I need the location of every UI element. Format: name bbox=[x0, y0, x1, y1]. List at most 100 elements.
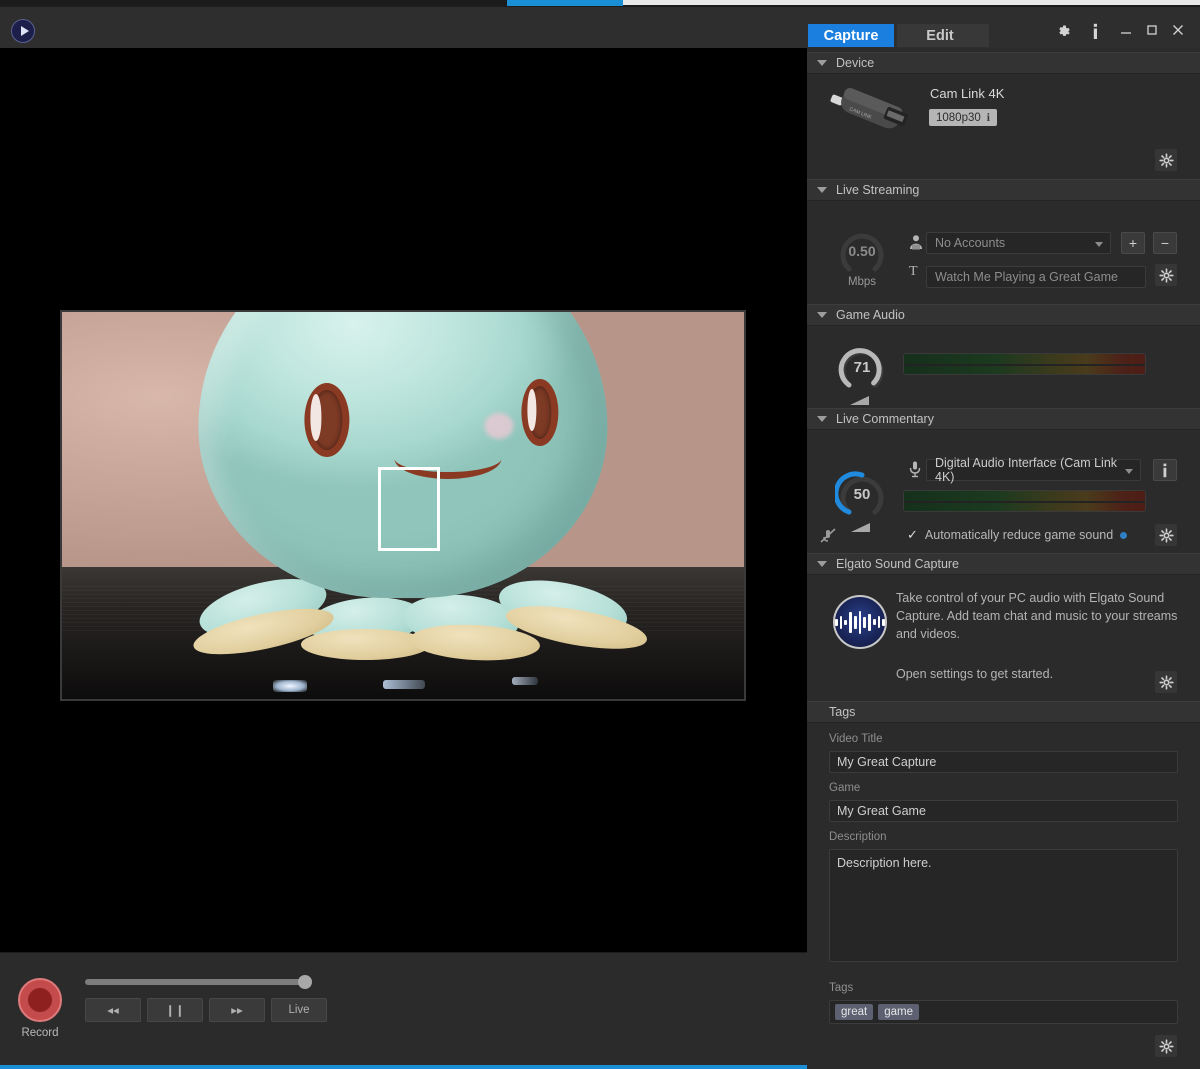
plush-blush bbox=[484, 412, 514, 439]
section-body-game-audio: 71 bbox=[807, 326, 1200, 408]
video-title-input[interactable]: My Great Capture bbox=[829, 751, 1178, 773]
game-value: My Great Game bbox=[837, 804, 926, 818]
game-audio-dial[interactable]: 71 bbox=[835, 340, 889, 394]
minimize-icon[interactable] bbox=[1119, 23, 1133, 37]
fast-forward-button[interactable]: ▸▸ bbox=[209, 998, 265, 1022]
maximize-icon[interactable] bbox=[1145, 23, 1159, 37]
tab-bar-filler bbox=[983, 24, 989, 47]
section-header-live-streaming[interactable]: Live Streaming bbox=[807, 179, 1200, 201]
info-icon[interactable]: i bbox=[987, 112, 990, 124]
section-header-game-audio[interactable]: Game Audio bbox=[807, 304, 1200, 326]
section-title-device: Device bbox=[836, 56, 875, 70]
focus-rectangle-overlay[interactable] bbox=[378, 467, 440, 551]
section-title-tags: Tags bbox=[829, 705, 856, 719]
tag-chip[interactable]: great bbox=[835, 1004, 874, 1020]
preview-light-b bbox=[382, 680, 425, 690]
chevron-down-icon bbox=[1095, 242, 1103, 247]
chevron-down-icon bbox=[817, 561, 827, 567]
section-header-elgato-sound-capture[interactable]: Elgato Sound Capture bbox=[807, 553, 1200, 575]
video-preview-area[interactable] bbox=[0, 48, 807, 952]
auto-reduce-label: Automatically reduce game sound bbox=[924, 528, 1114, 542]
section-title-game-audio: Game Audio bbox=[836, 308, 905, 322]
game-input[interactable]: My Great Game bbox=[829, 800, 1178, 822]
section-body-device: CAM LINK Cam Link 4K 1080p30 i bbox=[807, 74, 1200, 179]
chevron-down-icon bbox=[817, 416, 827, 422]
commentary-device-value: Digital Audio Interface (Cam Link 4K) bbox=[935, 456, 1118, 484]
top-progress-strip bbox=[0, 0, 1200, 7]
video-preview[interactable] bbox=[60, 310, 746, 701]
device-format-badge[interactable]: 1080p30 i bbox=[929, 109, 997, 126]
auto-reduce-checkbox[interactable]: ✓ Automatically reduce game sound bbox=[907, 527, 1128, 543]
commentary-volume-dial[interactable]: 50 bbox=[835, 467, 889, 521]
bitrate-dial: 0.50 bbox=[835, 224, 889, 278]
seek-slider[interactable] bbox=[85, 975, 312, 989]
tag-chip[interactable]: game bbox=[878, 1004, 919, 1020]
device-settings-button[interactable] bbox=[1155, 149, 1177, 171]
commentary-device-select[interactable]: Digital Audio Interface (Cam Link 4K) bbox=[926, 456, 1141, 484]
user-icon bbox=[908, 234, 924, 250]
commentary-settings-button[interactable] bbox=[1155, 524, 1177, 546]
remove-account-button[interactable]: − bbox=[1153, 232, 1177, 254]
tab-edit[interactable]: Edit bbox=[897, 24, 983, 47]
stream-title-input[interactable]: Watch Me Playing a Great Game bbox=[926, 266, 1146, 288]
chevron-down-icon bbox=[817, 187, 827, 193]
settings-panel: Capture Edit Device CAM LINK Cam Link 4K… bbox=[807, 7, 1200, 1069]
add-account-button[interactable]: + bbox=[1121, 232, 1145, 254]
tags-settings-button[interactable] bbox=[1155, 1035, 1177, 1057]
commentary-audio-meter bbox=[903, 490, 1146, 512]
record-button[interactable] bbox=[18, 978, 62, 1022]
sound-wave-icon bbox=[833, 595, 887, 649]
tags-field-label: Tags bbox=[829, 982, 854, 994]
preview-light-c bbox=[512, 676, 539, 685]
microphone-icon bbox=[907, 460, 923, 478]
text-icon: T bbox=[909, 264, 918, 279]
right-titlebar: Capture Edit bbox=[807, 7, 1200, 48]
streaming-account-select[interactable]: No Accounts bbox=[926, 232, 1111, 254]
video-title-label: Video Title bbox=[829, 733, 883, 745]
mic-muted-icon[interactable] bbox=[819, 526, 839, 546]
streaming-account-value: No Accounts bbox=[935, 236, 1006, 250]
section-title-elgato-sound-capture: Elgato Sound Capture bbox=[836, 557, 960, 571]
plush-eye-left bbox=[304, 382, 350, 458]
info-icon[interactable] bbox=[1088, 23, 1103, 40]
video-title-value: My Great Capture bbox=[837, 755, 937, 769]
game-label: Game bbox=[829, 782, 861, 794]
game-audio-meter bbox=[903, 353, 1146, 375]
description-label: Description bbox=[829, 831, 887, 843]
strip-segment-blue bbox=[507, 0, 623, 6]
preview-pane: Record ◂◂ ❙❙ ▸▸ Live -- -- : -- -- : -- … bbox=[0, 7, 807, 1069]
elgato-sound-capture-description: Take control of your PC audio with Elgat… bbox=[896, 591, 1178, 641]
record-label: Record bbox=[21, 1027, 59, 1039]
section-title-live-streaming: Live Streaming bbox=[836, 183, 920, 197]
commentary-volume-value: 50 bbox=[853, 485, 871, 503]
device-name: Cam Link 4K bbox=[930, 86, 1005, 101]
tags-chip-input[interactable]: great game bbox=[829, 1000, 1178, 1024]
device-format-value: 1080p30 bbox=[936, 111, 981, 124]
pause-button[interactable]: ❙❙ bbox=[147, 998, 203, 1022]
rewind-button[interactable]: ◂◂ bbox=[85, 998, 141, 1022]
live-button[interactable]: Live bbox=[271, 998, 327, 1022]
section-header-tags[interactable]: Tags bbox=[807, 701, 1200, 723]
seek-slider-handle[interactable] bbox=[298, 975, 312, 989]
section-body-live-commentary: 50 Digital Audio Interface (Cam Link 4K)… bbox=[807, 430, 1200, 553]
tab-capture[interactable]: Capture bbox=[808, 24, 894, 47]
section-body-tags: Video Title My Great Capture Game My Gre… bbox=[807, 723, 1200, 1069]
section-header-device[interactable]: Device bbox=[807, 52, 1200, 74]
commentary-level-indicator bbox=[850, 522, 872, 533]
plush-eye-right bbox=[521, 379, 559, 447]
commentary-info-button[interactable] bbox=[1153, 459, 1177, 481]
volume-level-indicator bbox=[849, 395, 871, 406]
description-textarea[interactable]: Description here. bbox=[829, 849, 1178, 962]
transport-bar: Record ◂◂ ❙❙ ▸▸ Live -- -- : -- -- : -- … bbox=[0, 952, 807, 1069]
strip-segment-light bbox=[623, 0, 1200, 5]
description-value: Description here. bbox=[837, 856, 932, 870]
app-logo-icon bbox=[11, 19, 35, 43]
elgato-sound-capture-settings-button[interactable] bbox=[1155, 671, 1177, 693]
bitrate-value: 0.50 bbox=[848, 243, 876, 259]
bitrate-unit: Mbps bbox=[847, 276, 877, 288]
elgato-sound-capture-cta: Open settings to get started. bbox=[896, 667, 1054, 681]
gear-icon[interactable] bbox=[1055, 23, 1072, 40]
close-icon[interactable] bbox=[1171, 23, 1185, 37]
section-header-live-commentary[interactable]: Live Commentary bbox=[807, 408, 1200, 430]
streaming-settings-button[interactable] bbox=[1155, 264, 1177, 286]
